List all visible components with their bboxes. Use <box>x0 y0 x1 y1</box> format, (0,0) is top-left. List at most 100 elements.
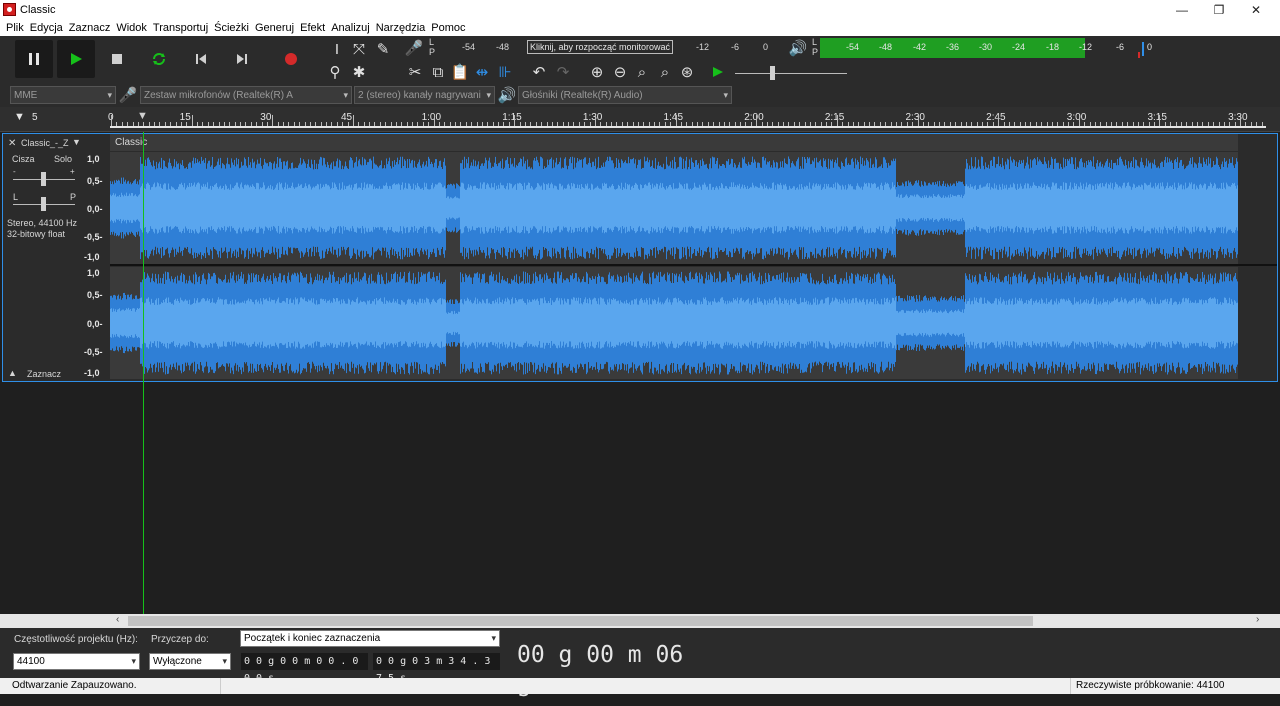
redo-button[interactable]: ↷ <box>553 62 573 82</box>
scroll-right-icon[interactable]: › <box>1256 614 1259 625</box>
audio-track[interactable]: ✕ Classic_-_Z ▼ Cisza Solo - + L P Stere… <box>2 133 1278 382</box>
pause-button[interactable] <box>15 40 53 78</box>
menu-generuj[interactable]: Generuj <box>255 22 294 34</box>
menu-widok[interactable]: Widok <box>116 22 147 34</box>
menu-zaznacz[interactable]: Zaznacz <box>69 22 111 34</box>
trim-button[interactable]: ⇹ <box>472 62 492 82</box>
playhead-cursor[interactable] <box>143 132 144 614</box>
ruler-timeline-bar <box>110 126 1266 128</box>
monitor-prompt[interactable]: Kliknij, aby rozpocząć monitorować <box>527 40 674 54</box>
play-meter-button[interactable]: 🔊 <box>788 38 808 58</box>
menu-analizuj[interactable]: Analizuj <box>331 22 370 34</box>
record-button[interactable] <box>272 40 310 78</box>
snap-to-label: Przyczep do: <box>151 634 209 645</box>
timeline-ruler[interactable]: ▼ 5 ▼ 01530451:001:151:301:452:002:152:3… <box>0 107 1280 132</box>
fit-project-button[interactable]: ⌕ <box>655 62 675 82</box>
ruler-tick-mark <box>836 115 838 126</box>
cut-button[interactable]: ✂ <box>405 62 425 82</box>
pan-right-label: P <box>70 192 77 202</box>
ruler-tick-label: 15 <box>179 112 191 123</box>
collapse-track-icon[interactable]: ▲ <box>8 368 17 378</box>
audio-host-select[interactable]: MME ▾ <box>10 86 116 104</box>
pause-icon <box>29 53 39 65</box>
ruler-tick-mark <box>1159 115 1161 126</box>
envelope-tool[interactable]: ⤧ <box>349 39 369 59</box>
zoom-tool[interactable]: ⚲ <box>325 62 345 82</box>
vertical-ruler[interactable]: 1,0 0,5- 0,0- -0,5- -1,0 1,0 0,5- 0,0- -… <box>83 134 110 381</box>
app-icon <box>3 3 16 16</box>
waveform[interactable] <box>110 134 1277 381</box>
playback-device-select[interactable]: Głośniki (Realtek(R) Audio) ▾ <box>518 86 732 104</box>
multi-tool[interactable]: ✱ <box>349 62 369 82</box>
play-at-speed-button[interactable] <box>708 62 728 82</box>
chevron-down-icon: ▾ <box>491 633 496 643</box>
minimize-button[interactable]: — <box>1164 0 1200 19</box>
status-message: Odtwarzanie Zapauzowano. <box>12 680 137 691</box>
recording-device-select[interactable]: Zestaw mikrofonów (Realtek(R) A ▾ <box>140 86 352 104</box>
stop-button[interactable] <box>98 40 136 78</box>
playback-position-time[interactable]: 00 g 00 m 06 s <box>514 638 708 702</box>
zoom-in-button[interactable]: ⊕ <box>587 62 607 82</box>
redo-icon: ↷ <box>556 64 570 81</box>
menu-transportuj[interactable]: Transportuj <box>153 22 208 34</box>
solo-button[interactable]: Solo <box>54 154 72 164</box>
menu-narzedzia[interactable]: Narzędzia <box>376 22 426 34</box>
gain-minus-label: - <box>13 167 16 176</box>
track-name[interactable]: Classic_-_Z <box>21 138 69 148</box>
copy-button[interactable]: ⧉ <box>428 62 448 82</box>
scroll-left-icon[interactable]: ‹ <box>116 614 119 625</box>
selection-mode-select[interactable]: Początek i koniec zaznaczenia ▾ <box>240 630 500 647</box>
play-speed-slider[interactable] <box>733 63 849 83</box>
track-menu-icon[interactable]: ▼ <box>72 137 81 147</box>
yaxis-tick: -0,5- <box>84 347 103 357</box>
silence-button[interactable]: ⊪ <box>495 62 515 82</box>
menu-bar: Plik Edycja Zaznacz Widok Transportuj Śc… <box>0 19 1280 36</box>
selection-end-time[interactable]: 0 0 g 0 3 m 3 4 . 3 7 5 s <box>373 653 500 684</box>
record-meter-tick: -54 <box>462 42 476 52</box>
close-button[interactable]: ✕ <box>1238 0 1274 19</box>
chevron-down-icon: ▾ <box>343 90 348 100</box>
skip-end-button[interactable] <box>223 40 261 78</box>
draw-tool[interactable]: ✎ <box>373 39 393 59</box>
play-button[interactable] <box>57 40 95 78</box>
maximize-button[interactable]: ❐ <box>1201 0 1237 19</box>
loop-button[interactable] <box>140 40 178 78</box>
record-meter-button[interactable]: 🎤 <box>404 38 424 58</box>
play-head-marker-icon[interactable]: ▼ <box>137 110 148 122</box>
horizontal-scrollbar[interactable]: ‹ › <box>0 614 1280 628</box>
track-area[interactable]: ✕ Classic_-_Z ▼ Cisza Solo - + L P Stere… <box>0 132 1280 614</box>
yaxis-tick: -0,5- <box>84 232 103 242</box>
pan-slider-thumb[interactable] <box>41 197 46 211</box>
menu-efekt[interactable]: Efekt <box>300 22 325 34</box>
selection-tool[interactable]: I <box>327 39 347 59</box>
menu-plik[interactable]: Plik <box>6 22 24 34</box>
paste-button[interactable]: 📋 <box>450 62 470 82</box>
recording-channels-select[interactable]: 2 (stereo) kanały nagrywani ▾ <box>354 86 495 104</box>
gain-slider-thumb[interactable] <box>41 172 46 186</box>
fit-project-icon: ⌕ <box>660 63 670 81</box>
slider-thumb[interactable] <box>770 66 775 80</box>
scrollbar-thumb[interactable] <box>128 616 1033 626</box>
waveform-area[interactable]: Classic <box>110 134 1277 381</box>
project-rate-select[interactable]: 44100 ▾ <box>13 653 140 670</box>
skip-start-button[interactable] <box>182 40 220 78</box>
undo-button[interactable]: ↶ <box>529 62 549 82</box>
menu-sciezki[interactable]: Ścieżki <box>214 22 249 34</box>
snap-to-select[interactable]: Wyłączone ▾ <box>149 653 231 670</box>
zoom-out-button[interactable]: ⊖ <box>610 62 630 82</box>
zoom-toggle-icon: ⊛ <box>680 64 694 81</box>
window-title: Classic <box>20 3 56 16</box>
i-beam-icon: I <box>334 40 340 58</box>
mute-button[interactable]: Cisza <box>12 154 35 164</box>
ruler-menu-icon[interactable]: ▼ <box>14 111 25 123</box>
track-close-icon[interactable]: ✕ <box>8 138 16 149</box>
selection-start-time[interactable]: 0 0 g 0 0 m 0 0 . 0 0 0 s <box>241 653 368 684</box>
chevron-down-icon: ▾ <box>723 90 728 100</box>
menu-edycja[interactable]: Edycja <box>30 22 63 34</box>
zoom-toggle-button[interactable]: ⊛ <box>677 62 697 82</box>
play-meter-tick: -18 <box>1046 42 1060 52</box>
fit-selection-button[interactable]: ⌕ <box>632 62 652 82</box>
ruler-tick-mark <box>998 115 1000 126</box>
track-select-button[interactable]: Zaznacz <box>27 369 61 379</box>
menu-pomoc[interactable]: Pomoc <box>431 22 465 34</box>
